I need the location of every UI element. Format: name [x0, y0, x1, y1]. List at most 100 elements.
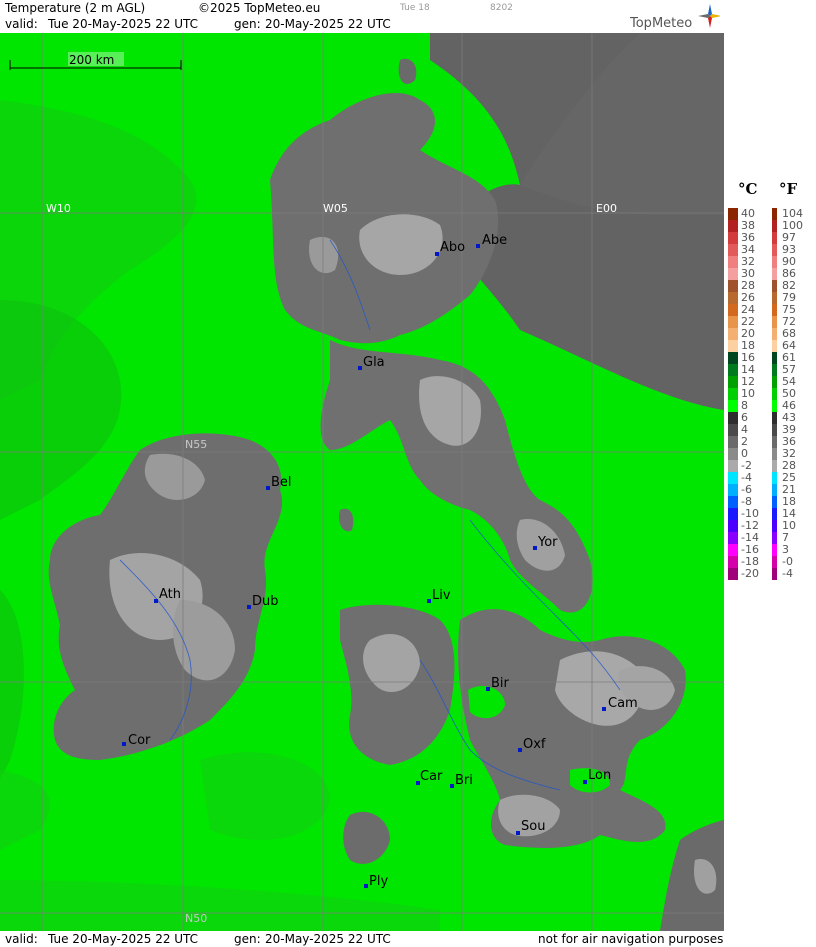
lon-label-w05: W05	[323, 202, 348, 215]
legend-swatch	[728, 568, 738, 580]
valid-time: Tue 20-May-2025 22 UTC	[48, 17, 199, 31]
city-label-lon: Lon	[588, 768, 611, 783]
legend-swatch-f	[772, 556, 777, 568]
legend-swatch	[728, 352, 738, 364]
city-marker-bel	[266, 486, 270, 490]
legend-swatch-f	[772, 424, 777, 436]
city-label-gla: Gla	[363, 355, 385, 370]
footer: valid: Tue 20-May-2025 22 UTC gen: 20-Ma…	[0, 931, 724, 947]
legend-swatch	[728, 484, 738, 496]
product-title: Temperature (2 m AGL)	[5, 1, 146, 15]
city-marker-liv	[427, 599, 431, 603]
legend-swatch-f	[772, 532, 777, 544]
legend-swatch	[728, 304, 738, 316]
legend-swatch-f	[772, 340, 777, 352]
legend-swatch-f	[772, 292, 777, 304]
gen-time: 20-May-2025 22 UTC	[265, 17, 391, 31]
legend-swatch-f	[772, 316, 777, 328]
city-marker-cam	[602, 707, 606, 711]
legend-swatch	[728, 364, 738, 376]
legend-swatch-f	[772, 268, 777, 280]
legend-swatch-f	[772, 364, 777, 376]
legend-swatch-f	[772, 496, 777, 508]
legend-swatch-f	[772, 472, 777, 484]
city-label-abo: Abo	[440, 240, 465, 255]
lat-label-n55: N55	[185, 438, 207, 451]
legend-swatch	[728, 520, 738, 532]
city-label-yor: Yor	[537, 535, 558, 550]
footer-valid-label: valid:	[5, 932, 38, 946]
city-marker-bri	[450, 784, 454, 788]
city-label-dub: Dub	[252, 594, 279, 609]
topmeteo-logo[interactable]: TopMeteo	[630, 2, 720, 32]
legend-swatch	[728, 292, 738, 304]
city-label-bri: Bri	[455, 773, 473, 788]
legend-swatch	[728, 244, 738, 256]
city-marker-ath	[154, 599, 158, 603]
legend-swatch-f	[772, 304, 777, 316]
footer-gen-label: gen:	[234, 932, 261, 946]
lon-label-w10: W10	[46, 202, 71, 215]
temperature-map[interactable]: 200 km W10 W05 E00 N55 N50 Abo Abe Gla Bel Y…	[0, 33, 724, 931]
legend-celsius-label: -20	[741, 567, 759, 580]
logo-text: TopMeteo	[630, 16, 693, 31]
legend-swatch-f	[772, 508, 777, 520]
city-label-cam: Cam	[608, 696, 638, 711]
legend-swatch	[728, 496, 738, 508]
legend-swatch-f	[772, 376, 777, 388]
header-row-2: valid: Tue 20-May-2025 22 UTC gen: 20-Ma…	[0, 16, 724, 32]
city-marker-abo	[435, 252, 439, 256]
legend-swatch-f	[772, 460, 777, 472]
legend-swatch-f	[772, 412, 777, 424]
legend-swatch	[728, 220, 738, 232]
header-row-1: Temperature (2 m AGL) ©2025 TopMeteo.eu …	[0, 0, 724, 16]
forecast-step: Tue 18	[400, 3, 430, 13]
legend-swatch	[728, 208, 738, 220]
temperature-legend: °C °F 40 104 38 100 36 97 34 93 32 90 30 86 28 82 26 79…	[726, 180, 816, 600]
legend-unit-celsius: °C	[738, 180, 758, 198]
legend-swatch	[728, 472, 738, 484]
legend-swatch-f	[772, 388, 777, 400]
valid-label: valid:	[5, 17, 38, 31]
city-label-sou: Sou	[521, 819, 545, 834]
lon-label-e00: E00	[596, 202, 617, 215]
city-marker-cor	[122, 742, 126, 746]
legend-swatch-f	[772, 448, 777, 460]
city-marker-gla	[358, 366, 362, 370]
legend-swatch	[728, 232, 738, 244]
city-marker-dub	[247, 605, 251, 609]
legend-swatch	[728, 280, 738, 292]
legend-swatch-f	[772, 544, 777, 556]
gen-label: gen:	[234, 17, 261, 31]
city-label-oxf: Oxf	[523, 737, 546, 752]
city-label-bir: Bir	[491, 676, 510, 691]
legend-swatch	[728, 388, 738, 400]
footer-gen-time: 20-May-2025 22 UTC	[265, 932, 391, 946]
legend-swatch	[728, 316, 738, 328]
city-marker-oxf	[518, 748, 522, 752]
legend-swatch	[728, 340, 738, 352]
legend-swatch-f	[772, 436, 777, 448]
legend-swatch-f	[772, 352, 777, 364]
city-label-abe: Abe	[482, 233, 507, 248]
legend-swatch-f	[772, 328, 777, 340]
city-marker-bir	[486, 687, 490, 691]
legend-swatch	[728, 532, 738, 544]
legend-swatch	[728, 400, 738, 412]
legend-swatch	[728, 376, 738, 388]
legend-swatch	[728, 460, 738, 472]
legend-swatch	[728, 328, 738, 340]
city-label-bel: Bel	[271, 475, 292, 490]
legend-fahrenheit-label: -4	[782, 567, 793, 580]
legend-swatch	[728, 436, 738, 448]
legend-swatch	[728, 412, 738, 424]
city-marker-ply	[364, 884, 368, 888]
city-marker-abe	[476, 244, 480, 248]
legend-swatch-f	[772, 568, 777, 580]
run-code: 8202	[490, 3, 513, 13]
legend-swatch-f	[772, 232, 777, 244]
city-label-car: Car	[420, 769, 443, 784]
legend-swatch-f	[772, 520, 777, 532]
navigation-disclaimer: not for air navigation purposes	[538, 932, 724, 946]
legend-swatch-f	[772, 244, 777, 256]
